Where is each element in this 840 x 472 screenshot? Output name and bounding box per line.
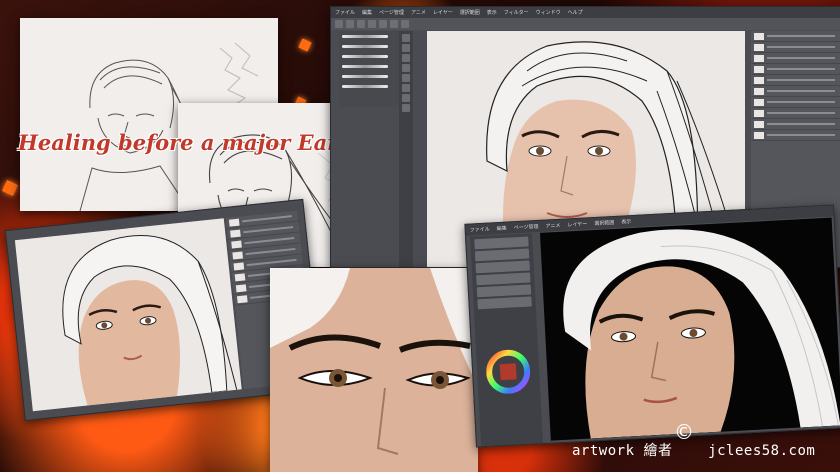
- menu-item[interactable]: ヘルプ: [568, 9, 583, 16]
- menu-item[interactable]: アニメ: [411, 9, 426, 16]
- command-bar: [331, 18, 840, 30]
- size-dot[interactable]: [402, 74, 410, 82]
- menu-item[interactable]: 表示: [621, 218, 631, 226]
- layer-row[interactable]: [751, 75, 840, 86]
- menu-item[interactable]: 選択範囲: [460, 9, 480, 16]
- tool-option[interactable]: [474, 248, 530, 262]
- size-dot[interactable]: [402, 44, 410, 52]
- menu-item[interactable]: レイヤー: [433, 9, 453, 16]
- transform-icon[interactable]: [401, 20, 409, 28]
- tool-property-panel: [470, 233, 544, 448]
- brush-preset[interactable]: [339, 41, 399, 51]
- layer-row[interactable]: [751, 31, 840, 42]
- clear-icon[interactable]: [390, 20, 398, 28]
- artwork-label: artwork: [572, 443, 635, 459]
- menu-item[interactable]: フィルター: [504, 9, 529, 16]
- menu-item[interactable]: ページ管理: [514, 223, 539, 231]
- layer-row[interactable]: [751, 97, 840, 108]
- drawing-canvas[interactable]: [539, 217, 840, 441]
- layer-row[interactable]: [751, 130, 840, 141]
- tool-option[interactable]: [477, 296, 532, 310]
- brush-size-column: [399, 31, 413, 267]
- open-file-icon[interactable]: [346, 20, 354, 28]
- new-file-icon[interactable]: [335, 20, 343, 28]
- menu-item[interactable]: ページ管理: [379, 9, 404, 16]
- undo-icon[interactable]: [368, 20, 376, 28]
- face-closeup: [270, 268, 478, 472]
- brush-size-panel: [339, 31, 399, 107]
- brush-preset[interactable]: [339, 51, 399, 61]
- menu-item[interactable]: 編集: [497, 225, 507, 233]
- menu-item[interactable]: ウィンドウ: [536, 9, 561, 16]
- save-icon[interactable]: [357, 20, 365, 28]
- color-wheel-icon[interactable]: [485, 349, 531, 395]
- layer-row[interactable]: [751, 42, 840, 53]
- site-link[interactable]: jclees58.com: [708, 443, 815, 459]
- paint-app-window-right: ファイル 編集 ページ管理 アニメ レイヤー 選択範囲 表示: [464, 204, 840, 448]
- brush-preset[interactable]: [339, 71, 399, 81]
- menu-item[interactable]: ファイル: [470, 226, 490, 234]
- tool-option[interactable]: [476, 272, 531, 286]
- size-dot[interactable]: [402, 34, 410, 42]
- layer-row[interactable]: [751, 64, 840, 75]
- menu-item[interactable]: 表示: [487, 9, 497, 16]
- tool-option[interactable]: [474, 236, 529, 250]
- menu-item[interactable]: レイヤー: [567, 220, 587, 228]
- menu-item[interactable]: 選択範囲: [594, 219, 614, 227]
- layer-row[interactable]: [751, 53, 840, 64]
- layer-row[interactable]: [751, 86, 840, 97]
- tool-option[interactable]: [476, 284, 532, 298]
- portrait-colored: [62, 235, 238, 406]
- menu-item[interactable]: ファイル: [335, 9, 355, 16]
- author-label: 繪者: [643, 443, 673, 459]
- layer-row[interactable]: [751, 119, 840, 130]
- menu-item[interactable]: アニメ: [545, 222, 560, 230]
- size-dot[interactable]: [402, 94, 410, 102]
- layer-row[interactable]: [751, 108, 840, 119]
- tool-option[interactable]: [475, 260, 530, 274]
- redo-icon[interactable]: [379, 20, 387, 28]
- size-dot[interactable]: [402, 84, 410, 92]
- portrait-final: [563, 229, 840, 439]
- closeup-panel: [270, 268, 478, 472]
- brush-preset[interactable]: [339, 81, 399, 91]
- size-dot[interactable]: [402, 64, 410, 72]
- drawing-canvas[interactable]: [14, 218, 242, 412]
- brush-preset[interactable]: [339, 31, 399, 41]
- brush-preset[interactable]: [339, 61, 399, 71]
- menu-bar: ファイル 編集 ページ管理 アニメ レイヤー 選択範囲 表示 フィルター ウィン…: [331, 7, 840, 18]
- credit-line: artwork 繪者 jclees58.com: [572, 440, 815, 460]
- size-dot[interactable]: [402, 104, 410, 112]
- size-dot[interactable]: [402, 54, 410, 62]
- menu-item[interactable]: 編集: [362, 9, 372, 16]
